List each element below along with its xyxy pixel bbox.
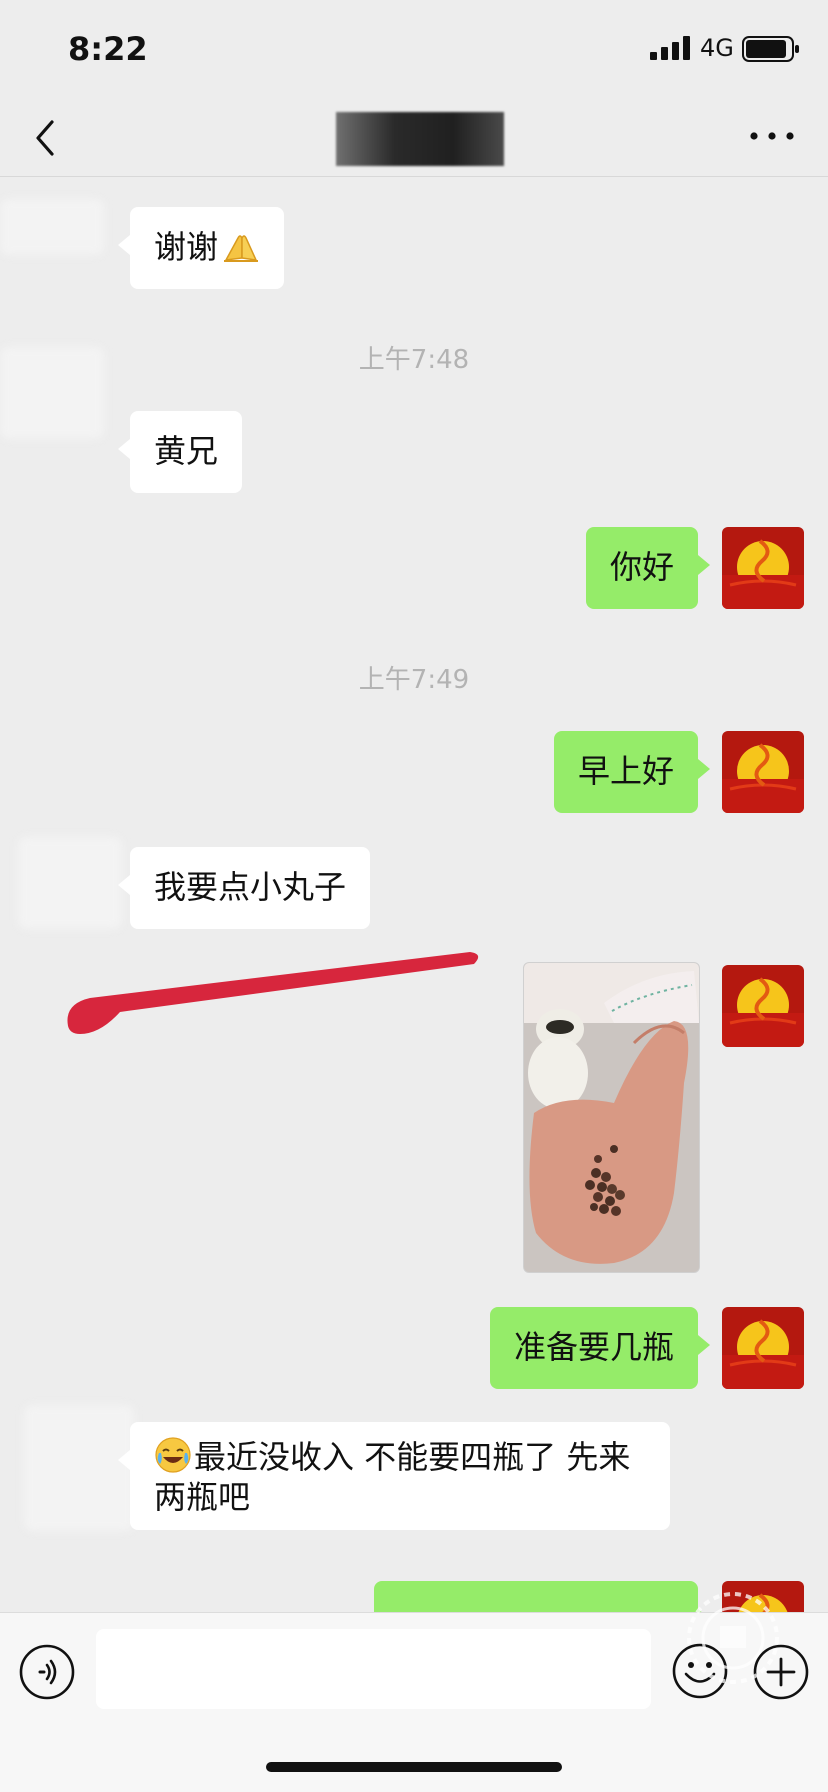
message-bubble-incoming[interactable]: 最近没收入 不能要四瓶了 先来两瓶吧 (118, 1422, 670, 1530)
home-indicator (266, 1762, 562, 1772)
contact-avatar[interactable] (18, 837, 122, 929)
message-text: 我要点小丸子 (154, 868, 347, 906)
my-avatar[interactable] (722, 965, 804, 1047)
nav-bar (0, 96, 828, 177)
message-text: 早上好 (577, 752, 674, 790)
network-label: 4G (700, 34, 734, 62)
sun-dragon-avatar-icon (722, 965, 804, 1047)
face-with-tears-of-joy-icon (155, 1437, 191, 1473)
message-text: 你好 (609, 548, 674, 586)
sun-dragon-avatar-icon (722, 1307, 804, 1389)
photo-pills-in-hand-icon (524, 963, 699, 1272)
my-avatar[interactable] (722, 1307, 804, 1389)
contact-avatar[interactable] (0, 347, 104, 439)
message-bubble-incoming[interactable]: 我要点小丸子 (117, 847, 371, 929)
chat-area[interactable]: 谢谢 上午7:48 黄兄 你好 上午7:49 早上好 我要点小丸子 准备要几瓶 … (0, 177, 828, 1613)
message-text: 最近没收入 不能要四瓶了 先来两瓶吧 (154, 1438, 631, 1516)
red-annotation-stroke (67, 952, 479, 1034)
battery-icon (742, 36, 799, 62)
message-text: 黄兄 (154, 432, 219, 470)
message-bubble-outgoing[interactable]: 准备要几瓶 (489, 1307, 711, 1389)
message-bubble-outgoing[interactable] (374, 1581, 710, 1613)
message-bubble-incoming[interactable]: 谢谢 (117, 207, 285, 289)
message-text: 谢谢 (154, 228, 219, 266)
message-timestamp: 上午7:48 (358, 345, 470, 375)
message-bubble-outgoing[interactable]: 你好 (585, 527, 711, 609)
voice-icon (19, 1644, 75, 1700)
watermark-stamp (687, 1592, 779, 1684)
photo-message[interactable] (523, 962, 700, 1273)
status-bar: 8:22 4G (0, 0, 828, 96)
sun-dragon-avatar-icon (722, 527, 804, 609)
folded-hands-icon (224, 235, 259, 262)
message-text: 准备要几瓶 (513, 1328, 674, 1366)
chat-screen: 8:22 4G 谢谢 上午7:48 黄兄 你好 上午7:49 早上好 我要点小丸… (0, 0, 828, 1792)
my-avatar[interactable] (722, 527, 804, 609)
status-time: 8:22 (68, 30, 148, 68)
message-input[interactable] (96, 1629, 651, 1709)
ellipsis-icon (750, 132, 794, 140)
more-button[interactable] (742, 112, 802, 160)
message-timestamp: 上午7:49 (358, 665, 470, 695)
signal-icon (650, 36, 690, 60)
sun-dragon-avatar-icon (722, 731, 804, 813)
message-bubble-outgoing[interactable]: 早上好 (553, 731, 711, 813)
my-avatar[interactable] (722, 731, 804, 813)
chevron-left-icon (36, 120, 54, 156)
voice-button[interactable] (18, 1643, 76, 1701)
contact-avatar[interactable] (0, 199, 104, 255)
message-bubble-incoming[interactable]: 黄兄 (117, 411, 243, 493)
back-button[interactable] (22, 106, 82, 166)
contact-name (336, 112, 504, 166)
